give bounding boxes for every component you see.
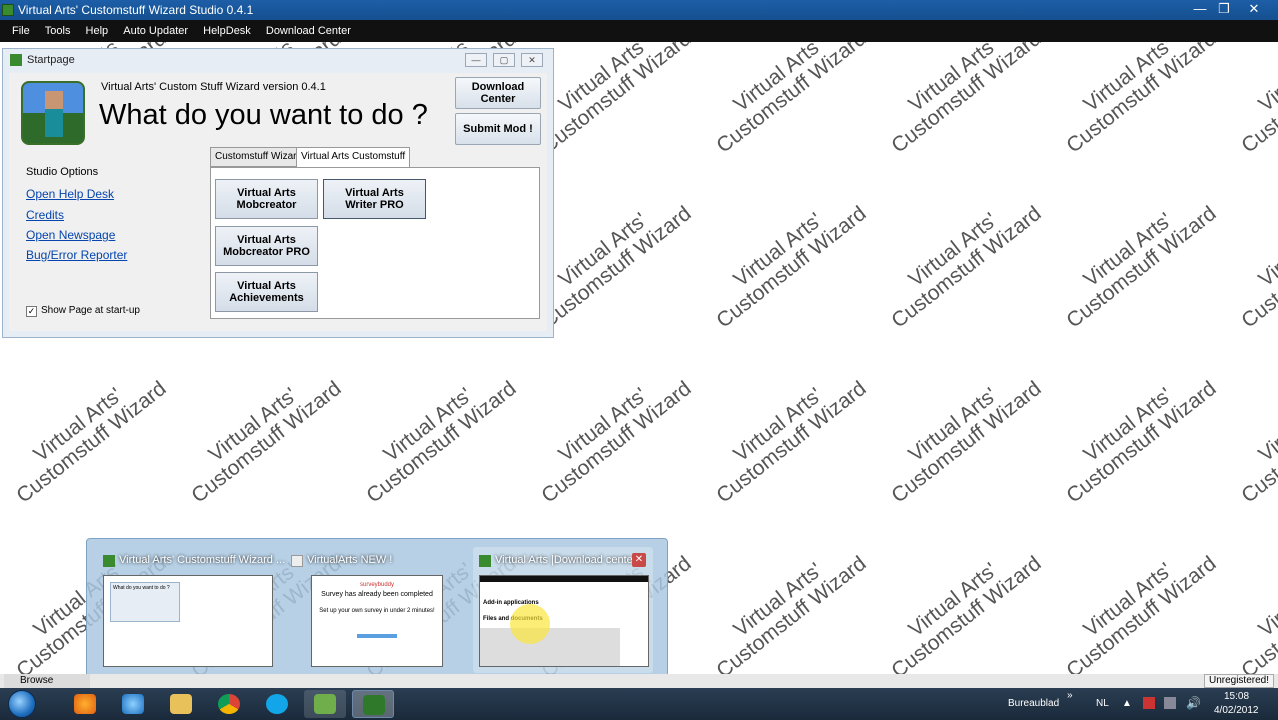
menu-download-center[interactable]: Download Center — [266, 25, 351, 37]
page-heading: What do you want to do ? — [99, 99, 428, 131]
thumbnail-preview: Add-in applications Files and documents — [479, 575, 649, 667]
submit-mod-button[interactable]: Submit Mod ! — [455, 113, 541, 145]
desktop-toolbar-label[interactable]: Bureaublad — [1008, 698, 1059, 709]
app-icon — [2, 4, 14, 16]
thumbnail-download-center[interactable]: Virtual Arts |Download center ✕ Add-in a… — [473, 547, 653, 673]
show-hidden-icons[interactable]: ▲ — [1122, 698, 1132, 709]
watermark-text: Virtual Arts'Customstuff Wizard — [1237, 42, 1278, 158]
thumbnail-preview: What do you want to do ? — [103, 575, 273, 667]
menu-tools[interactable]: Tools — [45, 25, 71, 37]
thumbnail-virtualarts-new[interactable]: VirtualArts NEW ! surveybuddy Survey has… — [285, 547, 465, 673]
app-group-icon — [314, 694, 336, 714]
taskbar-skype[interactable] — [256, 690, 298, 718]
skype-icon — [266, 694, 288, 714]
show-on-startup-label: Show Page at start-up — [41, 305, 140, 316]
startpage-body: Virtual Arts' Custom Stuff Wizard versio… — [9, 73, 547, 331]
tab-virtual-arts-customstuff[interactable]: Virtual Arts Customstuff — [296, 147, 411, 168]
thumbnail-close-icon[interactable]: ✕ — [632, 553, 646, 567]
internet-explorer-icon — [122, 694, 144, 714]
taskbar-firefox[interactable] — [64, 690, 106, 718]
chrome-icon — [218, 694, 240, 714]
menu-auto-updater[interactable]: Auto Updater — [123, 25, 188, 37]
preview-brand: surveybuddy — [359, 582, 395, 588]
startpage-icon — [10, 54, 22, 66]
taskbar: Bureaublad » NL ▲ 🔊 15:08 4/02/2012 — [0, 688, 1278, 720]
thumbnail-title: Virtual Arts' Customstuff Wizard ... — [119, 554, 286, 566]
achievements-button[interactable]: Virtual Arts Achievements — [215, 272, 318, 312]
app-titlebar: Virtual Arts' Customstuff Wizard Studio … — [0, 0, 1278, 20]
thumbnail-title: Virtual Arts |Download center — [495, 554, 637, 566]
menu-help[interactable]: Help — [86, 25, 109, 37]
taskbar-ie[interactable] — [112, 690, 154, 718]
status-left: Browse location — [4, 674, 90, 700]
mod-avatar-icon — [21, 81, 85, 145]
clock-time[interactable]: 15:08 — [1224, 691, 1249, 702]
language-indicator[interactable]: NL — [1096, 698, 1109, 709]
startpage-maximize-button[interactable]: ▢ — [493, 53, 515, 67]
startpage-close-button[interactable]: ✕ — [521, 53, 543, 67]
preview-heading: What do you want to do ? — [113, 585, 170, 591]
bug-error-reporter-link[interactable]: Bug/Error Reporter — [26, 248, 127, 262]
tab-panel: Virtual Arts Mobcreator Virtual Arts Wri… — [210, 167, 540, 319]
startpage-minimize-button[interactable]: — — [465, 53, 487, 67]
credits-link[interactable]: Credits — [26, 208, 64, 222]
writer-pro-button[interactable]: Virtual Arts Writer PRO — [323, 179, 426, 219]
window-title: Virtual Arts' Customstuff Wizard Studio … — [18, 3, 254, 17]
thumbnail-wizard[interactable]: Virtual Arts' Customstuff Wizard ... Wha… — [97, 547, 285, 673]
taskbar-explorer[interactable] — [160, 690, 202, 718]
open-newspage-link[interactable]: Open Newspage — [26, 228, 115, 242]
menu-bar: File Tools Help Auto Updater HelpDesk Do… — [0, 20, 1278, 42]
start-button[interactable] — [8, 690, 36, 718]
taskbar-chrome[interactable] — [208, 690, 250, 718]
thumbnail-title: VirtualArts NEW ! — [307, 554, 393, 566]
show-on-startup-checkbox[interactable]: ✓ — [26, 306, 37, 317]
status-registration: Unregistered! — [1203, 674, 1274, 688]
taskbar-app-group[interactable] — [304, 690, 346, 718]
action-center-icon[interactable] — [1143, 697, 1155, 709]
taskbar-thumbnail-popup: Virtual Arts' Customstuff Wizard ... Wha… — [86, 538, 668, 678]
wizard-studio-icon — [363, 695, 385, 715]
preview-button — [357, 634, 397, 638]
page-icon — [291, 555, 303, 567]
toolbar-chevron-icon[interactable]: » — [1067, 690, 1073, 701]
open-help-desk-link[interactable]: Open Help Desk — [26, 187, 114, 201]
preview-heading: Add-in applications — [483, 600, 539, 606]
volume-icon[interactable]: 🔊 — [1186, 696, 1201, 710]
app-icon — [103, 555, 115, 567]
menu-file[interactable]: File — [12, 25, 30, 37]
preview-sub: Files and documents — [483, 616, 543, 622]
version-text: Virtual Arts' Custom Stuff Wizard versio… — [101, 81, 326, 93]
mobcreator-button[interactable]: Virtual Arts Mobcreator — [215, 179, 318, 219]
tab-customstuff-wizard[interactable]: Customstuff Wizard — [210, 147, 308, 167]
folder-icon — [170, 694, 192, 714]
maximize-button[interactable]: ❐ — [1210, 0, 1238, 18]
menu-helpdesk[interactable]: HelpDesk — [203, 25, 251, 37]
browser-icon — [479, 555, 491, 567]
close-button[interactable]: ✕ — [1240, 0, 1268, 18]
preview-sub: Set up your own survey in under 2 minute… — [319, 608, 435, 614]
clock-date[interactable]: 4/02/2012 — [1214, 705, 1259, 716]
mobcreator-pro-button[interactable]: Virtual Arts Mobcreator PRO — [215, 226, 318, 266]
taskbar-wizard-studio[interactable] — [352, 690, 394, 718]
startpage-window: Startpage — ▢ ✕ Virtual Arts' Custom Stu… — [2, 48, 554, 338]
cursor-highlight — [510, 604, 550, 644]
firefox-icon — [74, 694, 96, 714]
startpage-title: Startpage — [27, 54, 75, 66]
preview-heading: Survey has already been completed — [321, 591, 433, 598]
thumbnail-preview: surveybuddy Survey has already been comp… — [311, 575, 443, 667]
download-center-button[interactable]: Download Center — [455, 77, 541, 109]
studio-options-title: Studio Options — [26, 166, 99, 178]
status-bar: Browse location Unregistered! — [0, 674, 1278, 700]
network-icon[interactable] — [1164, 697, 1176, 709]
